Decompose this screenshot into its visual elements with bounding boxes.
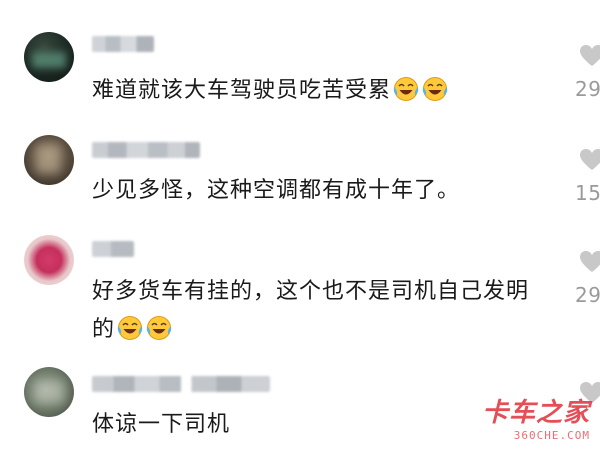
watermark-main: 卡车之家 [481, 398, 590, 428]
like-count: 152 [575, 181, 600, 205]
laughing-crying-emoji-icon [422, 77, 448, 101]
avatar[interactable] [24, 135, 74, 185]
watermark-logo: 卡车之家 360CHE.COM [482, 392, 590, 442]
avatar[interactable] [24, 367, 74, 417]
comment-text-content: 的 [92, 317, 116, 342]
avatar[interactable] [24, 235, 74, 285]
comment-text: 难道就该大车驾驶员吃苦受累 [92, 75, 562, 107]
comment-text: 少见多怪，这种空调都有成十年了。 [92, 178, 461, 203]
heart-icon [580, 149, 600, 170]
username-blurred[interactable] [92, 142, 200, 158]
heart-icon [580, 45, 600, 66]
laughing-crying-emoji-icon [393, 77, 419, 101]
username-blurred[interactable] [92, 376, 270, 392]
comment-text: 好多货车有挂的，这个也不是司机自己发明 的 [92, 276, 562, 346]
like-count: 290 [575, 283, 600, 307]
laughing-crying-emoji-icon [117, 316, 143, 340]
comment-text-line: 好多货车有挂的，这个也不是司机自己发明 [92, 279, 530, 304]
comment-text-content: 难道就该大车驾驶员吃苦受累 [92, 78, 392, 103]
watermark-sub: 360CHE.COM [513, 429, 590, 442]
username-blurred[interactable] [92, 241, 134, 257]
heart-icon [580, 251, 600, 272]
laughing-crying-emoji-icon [146, 316, 172, 340]
comment-text-line: 的 [92, 314, 562, 346]
username-blurred[interactable] [92, 36, 154, 52]
avatar[interactable] [24, 32, 74, 82]
like-count: 296 [575, 77, 600, 101]
